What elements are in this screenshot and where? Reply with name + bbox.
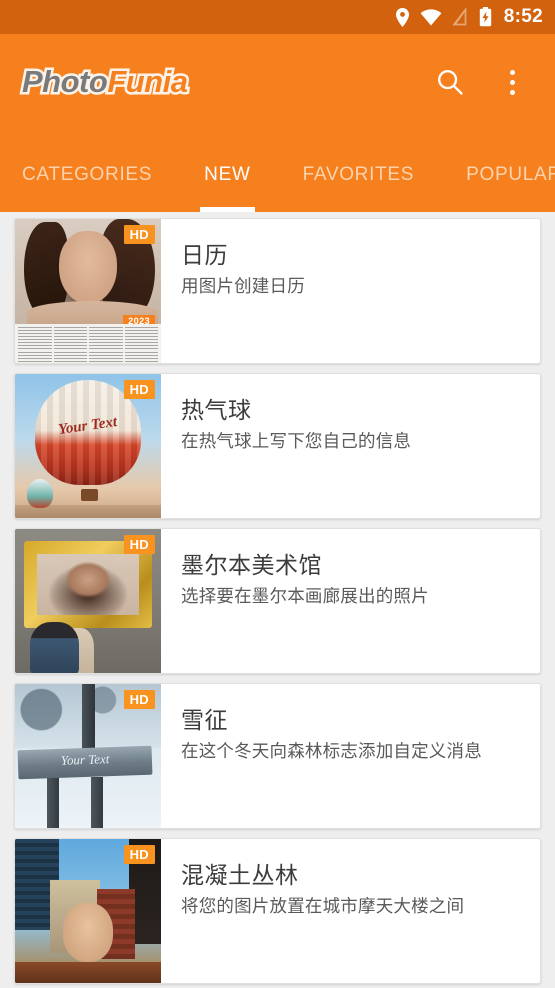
tab-favorites-label: FAVORITES: [302, 164, 415, 185]
hd-badge: HD: [123, 535, 155, 554]
photofunia-logo: PhotoFunia: [19, 62, 191, 102]
list-item[interactable]: HD 墨尔本美术馆 选择要在墨尔本画廊展出的照片: [14, 528, 541, 674]
list-item[interactable]: 2023 HD 日历 用图片创建日历: [14, 218, 541, 364]
overflow-menu-icon: [509, 69, 515, 95]
tab-categories-label: CATEGORIES: [22, 164, 153, 185]
snow-sign-thumbnail: Your Text HD: [15, 684, 161, 828]
calendar-thumbnail: 2023 HD: [15, 219, 161, 363]
list-item-subtitle: 将您的图片放置在城市摩天大楼之间: [181, 895, 465, 916]
list-item-subtitle: 在热气球上写下您自己的信息: [181, 430, 412, 451]
hd-badge: HD: [123, 225, 155, 244]
list-item-text: 雪征 在这个冬天向森林标志添加自定义消息: [161, 684, 540, 828]
tab-popular-label: POPULAR: [466, 164, 555, 185]
list-item-title: 混凝土丛林: [181, 862, 299, 888]
signal-off-icon: [452, 8, 467, 26]
effect-list[interactable]: 2023 HD 日历 用图片创建日历 Your Text HD 热气球 在热气球…: [0, 212, 555, 988]
logo-text-photo: Photo: [19, 62, 110, 102]
app-bar-actions: [433, 65, 535, 99]
status-bar: 8:52: [0, 0, 555, 34]
list-item[interactable]: Your Text HD 热气球 在热气球上写下您自己的信息: [14, 373, 541, 519]
list-item-subtitle: 用图片创建日历: [181, 275, 305, 296]
hot-air-balloon-thumbnail: Your Text HD: [15, 374, 161, 518]
logo-text-funia: Funia: [105, 62, 191, 102]
list-item-subtitle: 在这个冬天向森林标志添加自定义消息: [181, 740, 482, 761]
search-icon: [438, 70, 463, 95]
list-item[interactable]: HD 混凝土丛林 将您的图片放置在城市摩天大楼之间: [14, 838, 541, 984]
status-bar-time: 8:52: [503, 6, 543, 27]
tab-popular[interactable]: POPULAR: [466, 164, 555, 212]
tab-bar: CATEGORIES NEW FAVORITES POPULAR: [0, 130, 555, 212]
list-item-title: 雪征: [181, 707, 228, 733]
list-item-text: 墨尔本美术馆 选择要在墨尔本画廊展出的照片: [161, 529, 540, 673]
thumbnail-sample-text: Your Text: [60, 751, 110, 769]
battery-charging-icon: [479, 7, 491, 27]
tab-categories[interactable]: CATEGORIES: [22, 164, 152, 212]
hd-badge: HD: [123, 845, 155, 864]
list-item-text: 混凝土丛林 将您的图片放置在城市摩天大楼之间: [161, 839, 540, 983]
concrete-jungle-thumbnail: HD: [15, 839, 161, 983]
wifi-icon: [420, 8, 442, 25]
melbourne-gallery-thumbnail: HD: [15, 529, 161, 673]
app-bar-top-row: PhotoFunia: [0, 34, 555, 130]
overflow-menu-button[interactable]: [495, 65, 529, 99]
hd-badge: HD: [123, 690, 155, 709]
list-item-title: 热气球: [181, 397, 252, 423]
tab-new[interactable]: NEW: [200, 164, 256, 212]
app-bar: PhotoFunia CATEGORIES NEW FAVORITES POPU…: [0, 34, 555, 212]
hd-badge: HD: [123, 380, 155, 399]
search-button[interactable]: [433, 65, 467, 99]
tab-favorites[interactable]: FAVORITES: [303, 164, 415, 212]
list-item-text: 日历 用图片创建日历: [161, 219, 540, 363]
list-item[interactable]: Your Text HD 雪征 在这个冬天向森林标志添加自定义消息: [14, 683, 541, 829]
list-item-title: 日历: [181, 242, 228, 268]
location-pin-icon: [395, 7, 409, 27]
list-item-text: 热气球 在热气球上写下您自己的信息: [161, 374, 540, 518]
tab-new-label: NEW: [204, 164, 251, 185]
list-item-subtitle: 选择要在墨尔本画廊展出的照片: [181, 585, 429, 606]
list-item-title: 墨尔本美术馆: [181, 552, 322, 578]
